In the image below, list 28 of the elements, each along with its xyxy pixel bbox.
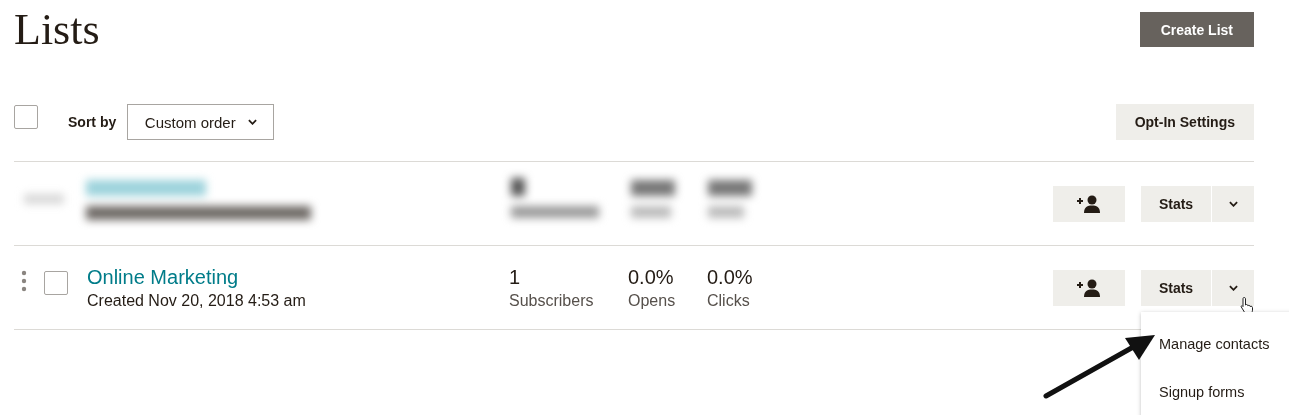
add-contact-button[interactable] <box>1053 185 1125 222</box>
clicks-rate: 0.0% <box>707 264 753 290</box>
sort-label: Sort by <box>68 114 117 130</box>
clicks-label: Clicks <box>707 290 750 311</box>
opens-rate: 0.0% <box>628 264 674 290</box>
add-contact-button[interactable] <box>1053 269 1125 306</box>
plus-person-icon <box>1076 194 1102 213</box>
create-list-button[interactable]: Create List <box>1139 12 1254 47</box>
more-dropdown-button[interactable] <box>1212 269 1254 306</box>
opens-label: Opens <box>628 290 676 311</box>
page-title: Lists <box>14 4 100 56</box>
stats-button[interactable]: Stats <box>1141 269 1211 306</box>
select-all-checkbox[interactable] <box>14 105 38 129</box>
subscriber-count: 1 <box>509 264 521 290</box>
plus-person-icon <box>1076 278 1102 297</box>
sort-dropdown[interactable]: Custom order <box>127 104 275 140</box>
subscribers-label: Subscribers <box>509 290 594 311</box>
list-name-link[interactable]: Online Marketing <box>87 263 239 290</box>
drag-handle-icon[interactable] <box>21 269 27 292</box>
created-date: Created Nov 20, 2018 4:53 am <box>87 290 306 311</box>
chevron-down-icon <box>247 119 257 125</box>
menu-item[interactable]: Manage contacts <box>1141 319 1289 368</box>
stats-button[interactable]: Stats <box>1141 185 1211 222</box>
opt-in-settings-button[interactable]: Opt-In Settings <box>1115 104 1254 140</box>
chevron-down-icon <box>1228 284 1238 291</box>
menu-item[interactable]: Signup forms <box>1141 367 1289 415</box>
row-checkbox[interactable] <box>44 270 68 295</box>
chevron-down-icon <box>1228 200 1238 207</box>
